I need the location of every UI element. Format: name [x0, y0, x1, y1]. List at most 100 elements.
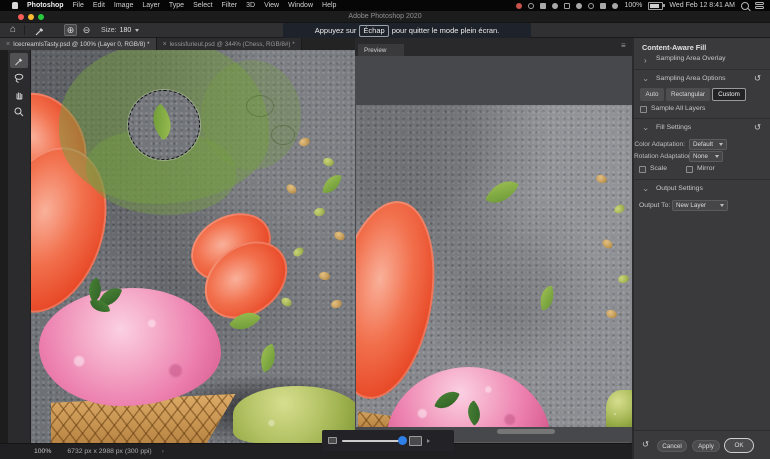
sample-all-layers-checkbox[interactable] [640, 106, 647, 113]
zoom-bar-expander-icon[interactable] [427, 439, 430, 443]
subtract-from-sampling-button[interactable]: ⊖ [80, 24, 93, 36]
sampling-auto-button[interactable]: Auto [640, 88, 664, 101]
mint-leaf-shape [485, 174, 519, 211]
color-adaptation-label: Color Adaptation: [634, 141, 685, 148]
color-adaptation-select[interactable]: Default [689, 139, 727, 150]
wifi-icon[interactable] [612, 3, 618, 9]
status-icon[interactable] [528, 3, 534, 9]
preview-hscrollbar-thumb[interactable] [497, 429, 555, 434]
preview-image[interactable] [356, 105, 632, 427]
pistachio-shape [280, 296, 294, 308]
sampling-rectangular-button[interactable]: Rectangular [666, 88, 710, 101]
photoshop-window: Photoshop File Edit Image Layer Type Sel… [0, 0, 770, 459]
zoom-tool[interactable] [10, 104, 28, 119]
zoom-out-image-icon[interactable] [328, 437, 337, 444]
status-expander-icon[interactable]: › [162, 448, 164, 455]
sampling-brush-tool[interactable] [10, 53, 28, 68]
overlay-texture [271, 125, 295, 145]
output-to-select[interactable]: New Layer [672, 200, 728, 211]
preview-tab[interactable]: Preview [358, 44, 404, 56]
zoom-slider-track[interactable] [342, 440, 404, 442]
menu-window[interactable]: Window [288, 2, 313, 9]
panel-title: Content-Aware Fill [642, 43, 706, 52]
chevron-down-icon[interactable]: › [641, 128, 649, 131]
zoom-slider-knob[interactable] [398, 436, 407, 445]
status-icon[interactable] [564, 3, 570, 9]
menu-file[interactable]: File [73, 2, 84, 9]
preview-tab-label: Preview [364, 47, 386, 54]
menu-layer[interactable]: Layer [142, 2, 160, 9]
selection-marching-ants[interactable] [128, 90, 200, 160]
menu-select[interactable]: Select [193, 2, 212, 9]
pistachio-shape [330, 299, 343, 310]
apple-logo-icon[interactable] [12, 2, 18, 9]
control-center-icon[interactable] [755, 2, 764, 9]
menu-filter[interactable]: Filter [222, 2, 238, 9]
spotlight-search-icon[interactable] [741, 2, 749, 10]
reset-all-icon[interactable]: ↺ [642, 440, 649, 449]
divider [634, 179, 770, 180]
menu-photoshop[interactable]: Photoshop [27, 2, 64, 9]
panel-menu-icon[interactable]: ≡ [621, 41, 626, 50]
sampling-custom-button[interactable]: Custom [712, 88, 746, 101]
tab-second-document[interactable]: × lessisfurieut.psd @ 344% (Chess, RGB/8… [157, 38, 302, 50]
battery-icon[interactable] [648, 2, 663, 10]
ok-button[interactable]: OK [724, 438, 754, 453]
section-sampling-area-overlay[interactable]: Sampling Area Overlay [656, 55, 726, 62]
reset-sampling-options-icon[interactable]: ↺ [754, 74, 761, 83]
brush-size-value[interactable]: 180 [120, 27, 132, 34]
output-to-value: New Layer [676, 202, 706, 209]
menubar-clock[interactable]: Wed Feb 12 8:41 AM [669, 2, 735, 9]
chevron-down-icon[interactable]: › [641, 189, 649, 192]
reset-fill-settings-icon[interactable]: ↺ [754, 123, 761, 132]
mint-leaf-shape [255, 344, 280, 373]
rotation-adaptation-select[interactable]: None [689, 151, 723, 162]
cancel-button[interactable]: Cancel [657, 440, 687, 452]
menu-edit[interactable]: Edit [93, 2, 105, 9]
status-icon[interactable] [552, 3, 558, 9]
section-sampling-area-options[interactable]: Sampling Area Options [656, 75, 726, 82]
status-icon[interactable] [576, 3, 582, 9]
document-canvas[interactable] [31, 50, 355, 443]
caf-preview-panel: Preview [355, 38, 632, 443]
dropdown-caret-icon [719, 143, 723, 146]
menu-3d[interactable]: 3D [246, 2, 255, 9]
section-fill-settings[interactable]: Fill Settings [656, 124, 691, 131]
lasso-tool[interactable] [10, 70, 28, 85]
record-status-icon[interactable] [516, 3, 522, 9]
hand-tool[interactable] [10, 87, 28, 102]
pistachio-shape [605, 309, 618, 320]
status-icon[interactable] [540, 3, 546, 9]
menu-type[interactable]: Type [169, 2, 184, 9]
tab-label: lessisfurieut.psd @ 344% (Chess, RGB/8#)… [170, 41, 295, 48]
overlay-texture [246, 95, 274, 117]
pistachio-shape [601, 238, 615, 251]
apply-button[interactable]: Apply [692, 440, 720, 452]
app-titlebar: Adobe Photoshop 2020 [0, 11, 770, 23]
mirror-checkbox[interactable] [686, 166, 693, 173]
chevron-right-icon[interactable]: › [644, 57, 647, 65]
status-icon[interactable] [600, 3, 606, 9]
section-output-settings[interactable]: Output Settings [656, 185, 703, 192]
scale-checkbox[interactable] [639, 166, 646, 173]
zoom-level-field[interactable]: 100% [34, 448, 51, 455]
scale-label: Scale [650, 165, 667, 172]
chevron-down-icon[interactable]: › [641, 79, 649, 82]
tab-icecreamistasty[interactable]: × IcecreamIsTasty.psd @ 100% (Layer 0, R… [0, 38, 157, 50]
mint-leaf-shape [322, 173, 341, 195]
caf-footer: ↺ Cancel Apply OK [632, 430, 770, 459]
menu-image[interactable]: Image [114, 2, 133, 9]
divider [634, 69, 770, 70]
menu-view[interactable]: View [264, 2, 279, 9]
add-to-sampling-button[interactable]: ⊕ [64, 24, 77, 36]
pistachio-shape [613, 203, 626, 215]
close-tab-icon[interactable]: × [6, 41, 10, 48]
menu-help[interactable]: Help [322, 2, 336, 9]
brush-size-dropdown-icon[interactable] [135, 29, 139, 32]
pistachio-shape [313, 207, 325, 217]
status-icon[interactable] [588, 3, 594, 9]
zoom-in-image-icon[interactable] [409, 436, 422, 446]
close-tab-icon[interactable]: × [163, 41, 167, 48]
notification-prefix: Appuyez sur [315, 26, 357, 35]
home-icon[interactable]: ⌂ [10, 25, 16, 35]
